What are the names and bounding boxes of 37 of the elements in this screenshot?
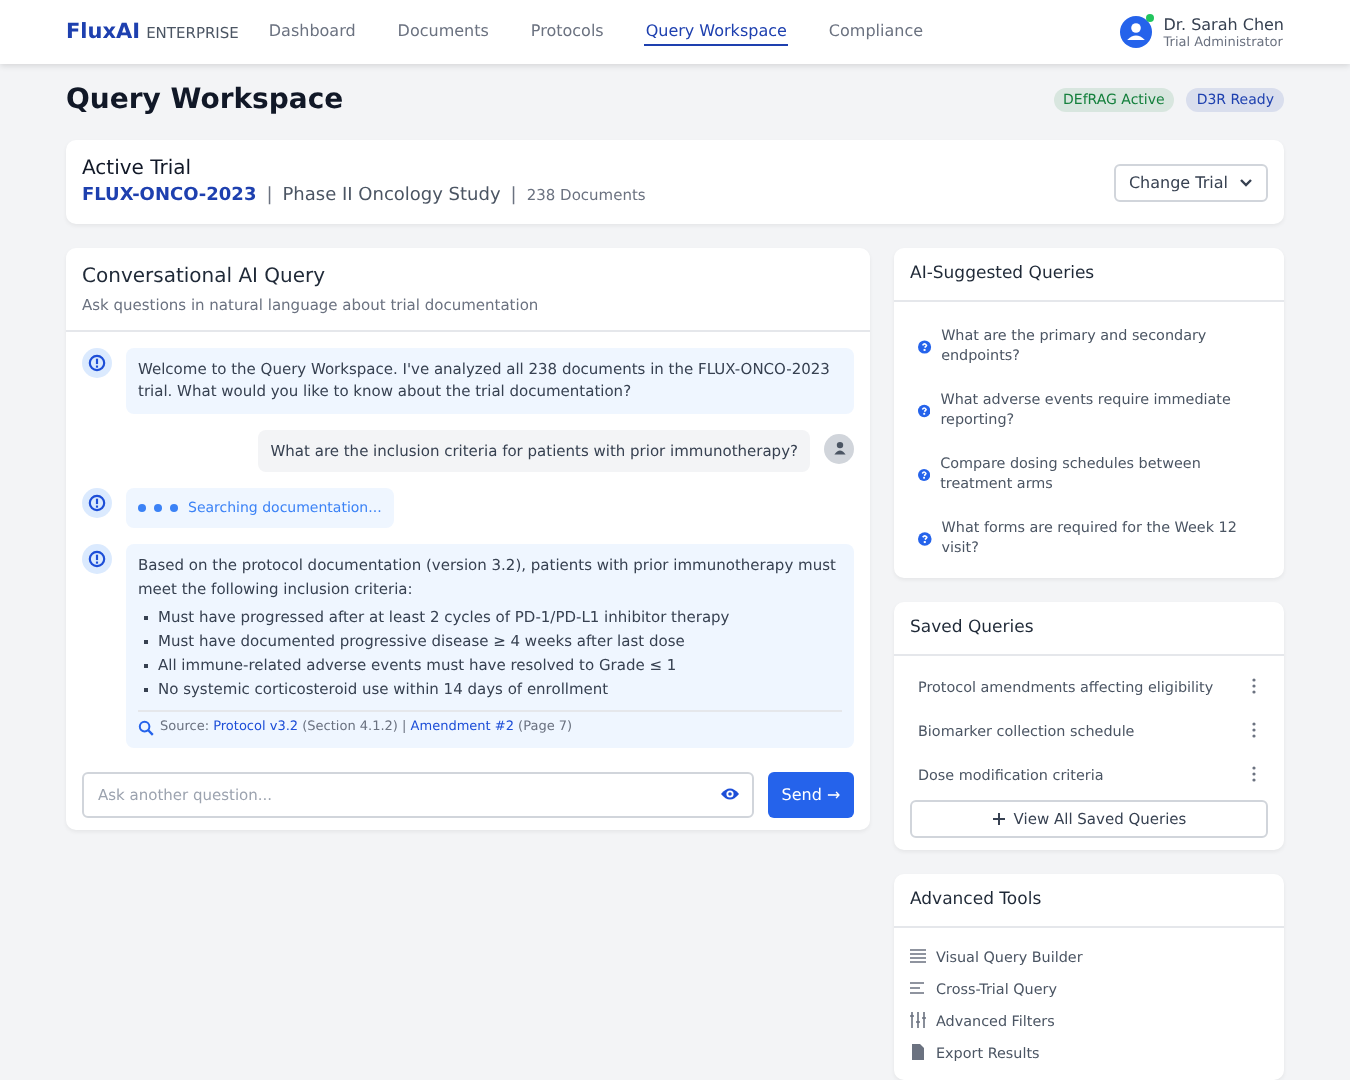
question-icon	[918, 531, 932, 545]
nav-tab[interactable]: Documents	[395, 18, 491, 46]
user-avatar-icon	[824, 433, 854, 463]
nav-tab[interactable]: Compliance	[826, 18, 926, 46]
question-icon	[918, 467, 931, 481]
typing-dots-icon	[138, 504, 178, 512]
change-trial-button[interactable]: Change Trial	[1114, 163, 1268, 201]
lines-icon	[910, 948, 926, 964]
trial-id: FLUX-ONCO-2023	[82, 186, 257, 206]
align-left-icon	[910, 980, 926, 996]
trial-card-title: Active Trial	[82, 158, 194, 180]
nav-tab[interactable]: Dashboard	[266, 18, 358, 46]
ai-avatar-icon	[82, 544, 112, 575]
send-button[interactable]: Send →	[768, 771, 854, 817]
search-icon	[138, 719, 154, 736]
plus-icon	[991, 812, 1006, 826]
ai-avatar-icon	[82, 348, 112, 378]
nav-tab[interactable]: Query Workspace	[643, 18, 789, 46]
document-icon	[910, 1044, 926, 1060]
saved-queries-title: Saved Queries	[894, 602, 1284, 656]
nav-tab[interactable]: Protocols	[528, 18, 606, 46]
brand-logo[interactable]: FluxAI	[66, 20, 141, 44]
eye-icon[interactable]	[720, 783, 740, 803]
trial-name: Phase II Oncology Study	[282, 186, 501, 206]
page-title: Query Workspace	[66, 84, 344, 116]
sliders-icon	[910, 1012, 926, 1028]
separator-mark: |	[510, 186, 517, 206]
chat-title: Conversational AI Query	[82, 266, 328, 288]
question-icon	[918, 403, 931, 417]
advanced-tools-title: Advanced Tools	[894, 874, 1284, 928]
ai-avatar-icon	[82, 487, 112, 518]
user-name: Dr. Sarah Chen	[1163, 15, 1284, 33]
separator-mark: |	[266, 186, 273, 206]
user-avatar[interactable]	[1119, 16, 1152, 48]
suggested-queries-title: AI-Suggested Queries	[894, 248, 1284, 302]
question-icon	[918, 339, 932, 353]
chevron-down-icon	[1238, 174, 1254, 190]
